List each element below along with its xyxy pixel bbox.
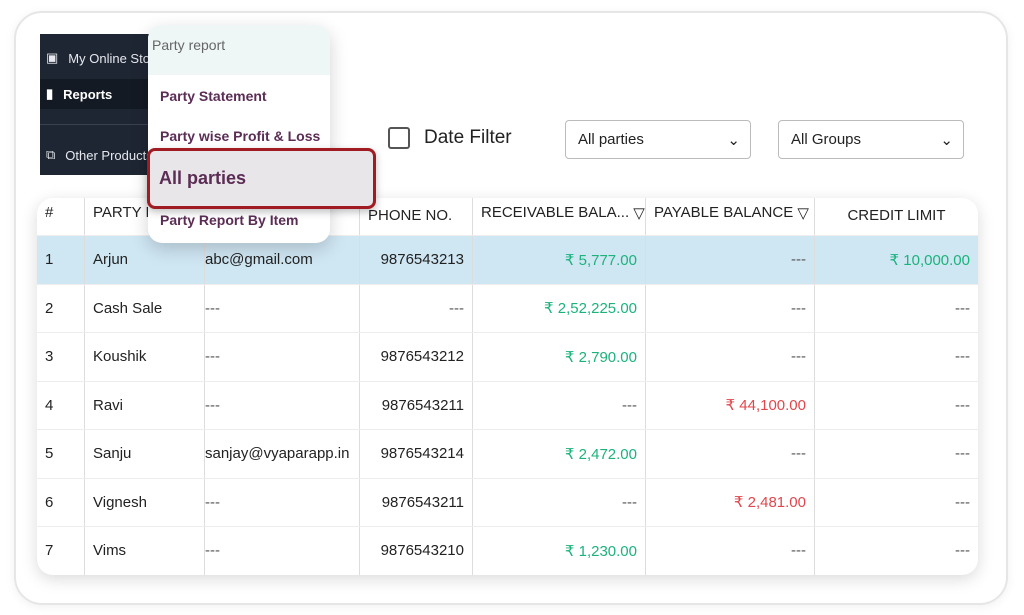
table-cell: ₹ 10,000.00 bbox=[889, 251, 970, 269]
table-cell: sanjay@vyaparapp.in bbox=[205, 430, 360, 478]
table-row[interactable]: 4 Ravi --- 9876543211 --- ₹ 44,100.00 --- bbox=[37, 381, 978, 430]
table-cell: ₹ 2,52,225.00 bbox=[473, 284, 646, 332]
table-cell: 9876543212 bbox=[360, 333, 473, 381]
sidebar-item-online-store[interactable]: ▣My Online Store bbox=[40, 43, 152, 73]
table-cell: ₹ 2,472.00 bbox=[473, 430, 646, 478]
table-cell: --- bbox=[205, 527, 360, 575]
party-report-menu: Party report Party Statement Party wise … bbox=[148, 25, 330, 243]
table-cell: 9876543213 bbox=[360, 236, 473, 284]
table-cell: 5 bbox=[37, 430, 85, 478]
col-header-phone[interactable]: PHONE NO. bbox=[360, 198, 473, 235]
table-cell: --- bbox=[955, 348, 970, 366]
table-row[interactable]: 3 Koushik --- 9876543212 ₹ 2,790.00 --- --- bbox=[37, 333, 978, 382]
table-cell: 9876543211 bbox=[360, 381, 473, 429]
parties-select-value: All parties bbox=[578, 131, 644, 148]
store-icon: ▣ bbox=[46, 50, 59, 65]
table-cell: --- bbox=[205, 381, 360, 429]
groups-select[interactable]: All Groups ⌄ bbox=[778, 120, 964, 159]
table-cell: Vignesh bbox=[85, 478, 205, 526]
table-cell: 6 bbox=[37, 478, 85, 526]
col-header-credit-limit[interactable]: CREDIT LIMIT bbox=[815, 198, 978, 235]
date-filter-checkbox[interactable] bbox=[388, 127, 410, 149]
col-header-index: # bbox=[37, 198, 85, 235]
table-cell: --- bbox=[646, 333, 815, 381]
menu-item-party-report-by-item[interactable]: Party Report By Item bbox=[160, 212, 298, 228]
table-cell: Arjun bbox=[85, 236, 205, 284]
table-cell: --- bbox=[955, 493, 970, 511]
table-cell: --- bbox=[646, 236, 815, 284]
col-header-label: PAYABLE BALANCE bbox=[654, 204, 794, 221]
table-cell: abc@gmail.com bbox=[205, 236, 360, 284]
table-cell: --- bbox=[205, 478, 360, 526]
col-header-label: RECEIVABLE BALA... bbox=[481, 204, 630, 221]
table-row[interactable]: 5 Sanju sanjay@vyaparapp.in 9876543214 ₹ 2,4… bbox=[37, 430, 978, 479]
table-cell: Vims bbox=[85, 527, 205, 575]
col-header-payable[interactable]: PAYABLE BALANCE ▽ bbox=[646, 198, 815, 235]
products-icon: ⧉ bbox=[46, 147, 56, 162]
menu-item-all-parties[interactable]: All parties bbox=[147, 148, 376, 209]
table-cell: --- bbox=[205, 284, 360, 332]
table-cell: --- bbox=[473, 478, 646, 526]
sidebar-item-other-products[interactable]: ⧉ Other Products bbox=[40, 140, 152, 170]
parties-select[interactable]: All parties ⌄ bbox=[565, 120, 751, 159]
table-cell: --- bbox=[955, 396, 970, 414]
table-cell: 9876543214 bbox=[360, 430, 473, 478]
table-row[interactable]: 7 Vims --- 9876543210 ₹ 1,230.00 --- --- bbox=[37, 527, 978, 575]
table-cell: 7 bbox=[37, 527, 85, 575]
table-cell: ₹ 2,790.00 bbox=[473, 333, 646, 381]
table-cell: ₹ 5,777.00 bbox=[473, 236, 646, 284]
table-cell: 3 bbox=[37, 333, 85, 381]
table-cell: --- bbox=[955, 542, 970, 560]
table-cell: 9876543211 bbox=[360, 478, 473, 526]
bar-chart-icon: ▮ bbox=[46, 86, 54, 101]
table-cell: 9876543210 bbox=[360, 527, 473, 575]
table-row[interactable]: 2 Cash Sale --- --- ₹ 2,52,225.00 --- --- bbox=[37, 284, 978, 333]
table-cell: --- bbox=[473, 381, 646, 429]
table-cell: --- bbox=[955, 299, 970, 317]
menu-title: Party report bbox=[148, 25, 330, 75]
chevron-down-icon: ⌄ bbox=[940, 131, 953, 149]
table-cell: ₹ 44,100.00 bbox=[646, 381, 815, 429]
table-cell: --- bbox=[646, 527, 815, 575]
sidebar-item-reports[interactable]: ▮ Reports bbox=[40, 79, 152, 109]
date-filter-label: Date Filter bbox=[424, 127, 512, 148]
table-cell: 1 bbox=[37, 236, 85, 284]
date-filter[interactable]: Date Filter bbox=[388, 127, 512, 149]
menu-item-party-profit-loss[interactable]: Party wise Profit & Loss bbox=[160, 128, 320, 144]
filter-icon[interactable]: ▽ bbox=[633, 204, 645, 222]
table-cell: Cash Sale bbox=[85, 284, 205, 332]
table-cell: Koushik bbox=[85, 333, 205, 381]
table-cell: --- bbox=[955, 445, 970, 463]
table-cell: --- bbox=[646, 430, 815, 478]
col-header-receivable[interactable]: RECEIVABLE BALA... ▽ bbox=[473, 198, 646, 235]
table-cell: --- bbox=[205, 333, 360, 381]
table-cell: Sanju bbox=[85, 430, 205, 478]
menu-item-party-statement[interactable]: Party Statement bbox=[160, 88, 267, 104]
divider bbox=[40, 124, 152, 125]
table-cell: ₹ 2,481.00 bbox=[646, 478, 815, 526]
table-cell: --- bbox=[360, 284, 473, 332]
table-row[interactable]: 1 Arjun abc@gmail.com 9876543213 ₹ 5,777.00-… bbox=[37, 236, 978, 285]
table-cell: Ravi bbox=[85, 381, 205, 429]
parties-table: # PARTY NAME EMAIL PHONE NO. RECEIVABLE … bbox=[37, 198, 978, 575]
table-cell: 4 bbox=[37, 381, 85, 429]
table-cell: --- bbox=[646, 284, 815, 332]
chevron-down-icon: ⌄ bbox=[727, 131, 740, 149]
groups-select-value: All Groups bbox=[791, 131, 862, 148]
filter-icon[interactable]: ▽ bbox=[797, 204, 809, 222]
table-cell: 2 bbox=[37, 284, 85, 332]
table-cell: ₹ 1,230.00 bbox=[473, 527, 646, 575]
sidebar: ▣My Online Store ▮Reports ⧉Other Product… bbox=[40, 34, 152, 175]
table-row[interactable]: 6 Vignesh --- 9876543211 --- ₹ 2,481.00 --- bbox=[37, 478, 978, 527]
